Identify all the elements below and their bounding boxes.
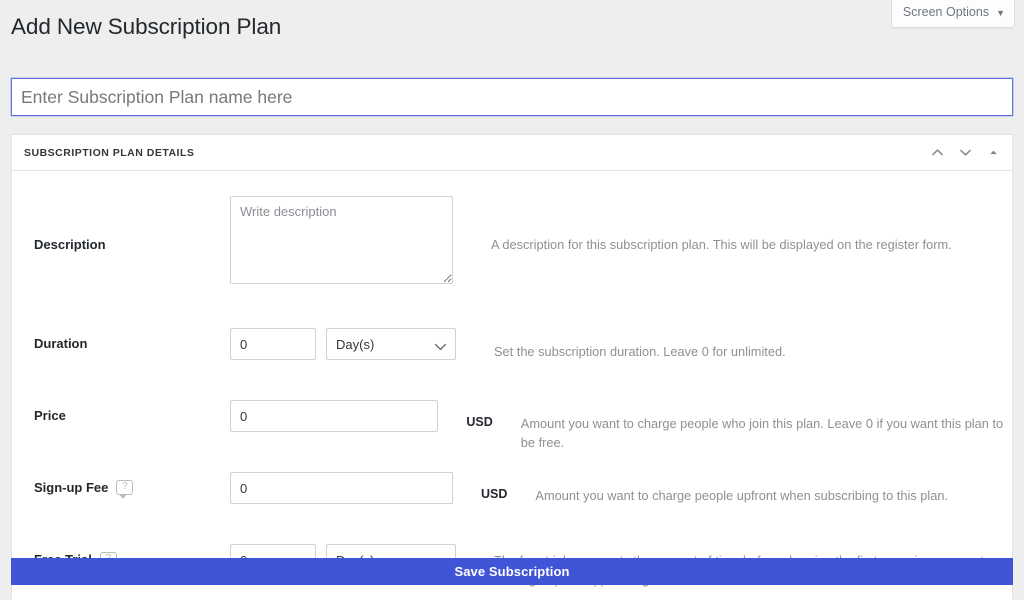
- signup-fee-currency-label: USD: [481, 472, 507, 501]
- duration-label-text: Duration: [34, 336, 87, 351]
- move-down-icon[interactable]: [952, 138, 978, 168]
- duration-fields: Day(s) Set the subscription duration. Le…: [230, 320, 786, 362]
- description-help-text: A description for this subscription plan…: [491, 196, 952, 255]
- move-up-icon[interactable]: [924, 138, 950, 168]
- duration-unit-select[interactable]: Day(s): [326, 328, 456, 360]
- duration-input[interactable]: [230, 328, 316, 360]
- panel-body: Description A description for this subsc…: [12, 171, 1012, 600]
- price-fields: USD Amount you want to charge people who…: [230, 392, 1012, 452]
- page-title: Add New Subscription Plan: [11, 12, 281, 41]
- panel-header-actions: [924, 135, 1006, 170]
- description-textarea[interactable]: [230, 196, 453, 284]
- duration-label: Duration: [34, 320, 230, 351]
- price-label: Price: [34, 392, 230, 423]
- price-label-text: Price: [34, 408, 66, 423]
- panel-title: SUBSCRIPTION PLAN DETAILS: [24, 147, 194, 159]
- price-input[interactable]: [230, 400, 438, 432]
- panel-header: SUBSCRIPTION PLAN DETAILS: [12, 135, 1012, 171]
- form-row-description: Description A description for this subsc…: [12, 171, 1012, 312]
- plan-title-input[interactable]: [11, 78, 1013, 116]
- duration-help-text: Set the subscription duration. Leave 0 f…: [494, 328, 786, 362]
- form-row-signup-fee: Sign-up Fee USD Amount you want to charg…: [12, 456, 1012, 528]
- signup-fee-label-text: Sign-up Fee: [34, 480, 108, 495]
- form-row-price: Price USD Amount you want to charge peop…: [12, 384, 1012, 456]
- form-row-duration: Duration Day(s) Set the subscription dur…: [12, 312, 1012, 384]
- signup-fee-help-text: Amount you want to charge people upfront…: [535, 472, 948, 506]
- price-help-text: Amount you want to charge people who joi…: [521, 400, 1012, 452]
- signup-fee-fields: USD Amount you want to charge people upf…: [230, 464, 948, 506]
- signup-fee-label: Sign-up Fee: [34, 464, 230, 495]
- plan-title-field-wrap: [11, 78, 1013, 116]
- description-label-text: Description: [34, 237, 106, 252]
- toggle-panel-icon[interactable]: [980, 138, 1006, 168]
- description-label: Description: [34, 196, 230, 252]
- screen-options-label: Screen Options: [903, 5, 989, 20]
- signup-fee-input[interactable]: [230, 472, 453, 504]
- description-fields: A description for this subscription plan…: [230, 196, 952, 284]
- help-tooltip-icon[interactable]: [116, 480, 133, 495]
- subscription-plan-details-panel: SUBSCRIPTION PLAN DETAILS Description A …: [11, 134, 1013, 600]
- save-subscription-button[interactable]: Save Subscription: [11, 558, 1013, 585]
- chevron-down-icon: ▼: [996, 9, 1005, 18]
- screen-options-button[interactable]: Screen Options ▼: [891, 0, 1015, 28]
- duration-unit-select-wrap: Day(s): [326, 328, 456, 360]
- price-currency-label: USD: [466, 400, 492, 429]
